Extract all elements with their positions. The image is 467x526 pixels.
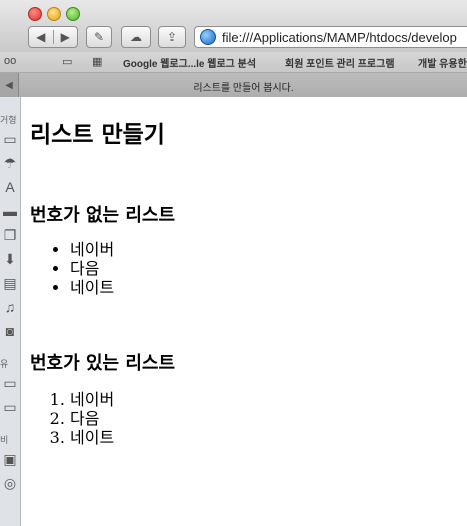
laptop-icon[interactable]: ▭ <box>2 131 18 147</box>
ordered-list-heading: 번호가 있는 리스트 <box>30 353 176 374</box>
top-sites-grid-icon[interactable]: ▦ <box>92 55 102 68</box>
back-button[interactable]: ◀ <box>29 30 54 44</box>
music-icon[interactable]: ♫ <box>2 299 18 315</box>
drive-icon[interactable]: ▣ <box>2 451 18 467</box>
disc-icon[interactable]: ◎ <box>2 475 18 491</box>
address-bar-url: file:///Applications/MAMP/htdocs/develop <box>222 29 457 45</box>
share-button[interactable]: ⇪ <box>158 26 186 48</box>
minimize-window-button[interactable] <box>47 7 61 21</box>
page-content: 리스트 만들기 번호가 없는 리스트 네이버 다음 네이트 번호가 있는 리스트… <box>21 97 467 526</box>
cloud-icon: ☁ <box>130 30 142 44</box>
bookmark-item[interactable]: 회원 포인트 관리 프로그램 <box>285 55 395 70</box>
sidebar-section-label: 비 <box>0 435 9 445</box>
reading-list-icon[interactable]: oo <box>4 55 16 67</box>
globe-icon <box>200 29 216 45</box>
unordered-list: 네이버 다음 네이트 <box>30 240 114 297</box>
documents-icon[interactable]: ❐ <box>2 227 18 243</box>
list-item: 네이버 <box>70 240 114 259</box>
tab-title[interactable]: 리스트를 만들어 봅시다. <box>20 79 467 94</box>
icloud-tabs-button[interactable]: ☁ <box>121 26 151 48</box>
umbrella-icon[interactable]: ☂ <box>2 155 18 171</box>
add-bookmark-button[interactable]: ✎ <box>86 26 112 48</box>
bookmark-item[interactable]: 개발 유용한 <box>418 55 467 70</box>
downloads-icon[interactable]: ⬇ <box>2 251 18 267</box>
unordered-list-heading: 번호가 없는 리스트 <box>30 205 176 226</box>
forward-button[interactable]: ▶ <box>54 30 78 44</box>
share-icon: ⇪ <box>166 30 178 44</box>
list-item: 다음 <box>70 259 114 278</box>
sidebar-section-label: 거형 <box>0 115 17 125</box>
page-title: 리스트 만들기 <box>30 121 165 148</box>
background-app-sidebar: 거형 ▭ ☂ A ▬ ❐ ⬇ ▤ ♫ ◙ 유 ▭ ▭ 비 ▣ ◎ <box>0 97 21 526</box>
bookmark-icon: ✎ <box>93 30 105 44</box>
address-bar[interactable]: file:///Applications/MAMP/htdocs/develop <box>194 26 467 48</box>
sidebar-section-label: 유 <box>0 359 9 369</box>
list-item: 네이트 <box>70 278 114 297</box>
tab-scroll-left-icon[interactable]: ◀ <box>0 73 19 97</box>
ordered-list: 네이버 다음 네이트 <box>30 390 114 447</box>
back-forward-buttons: ◀ ▶ <box>28 26 78 48</box>
list-item: 네이트 <box>70 428 114 447</box>
monitor-icon[interactable]: ▭ <box>2 375 18 391</box>
apps-icon[interactable]: A <box>2 179 18 195</box>
movies-icon[interactable]: ▤ <box>2 275 18 291</box>
list-item: 네이버 <box>70 390 114 409</box>
tab-bar: ◀ 리스트를 만들어 봅시다. <box>0 73 467 98</box>
zoom-window-button[interactable] <box>66 7 80 21</box>
bookmarks-bar: oo ▭ ▦ Google 웹로그...le 웹로그 분석 회원 포인트 관리 … <box>0 52 467 73</box>
bookmark-item[interactable]: Google 웹로그...le 웹로그 분석 <box>123 55 256 70</box>
camera-icon[interactable]: ◙ <box>2 323 18 339</box>
close-window-button[interactable] <box>28 7 42 21</box>
list-item: 다음 <box>70 409 114 428</box>
window-toolbar: ◀ ▶ ✎ ☁ ⇪ file:///Applications/MAMP/htdo… <box>0 0 467 52</box>
monitor-icon[interactable]: ▭ <box>2 399 18 415</box>
book-icon[interactable]: ▭ <box>62 55 72 68</box>
display-icon[interactable]: ▬ <box>2 203 18 219</box>
